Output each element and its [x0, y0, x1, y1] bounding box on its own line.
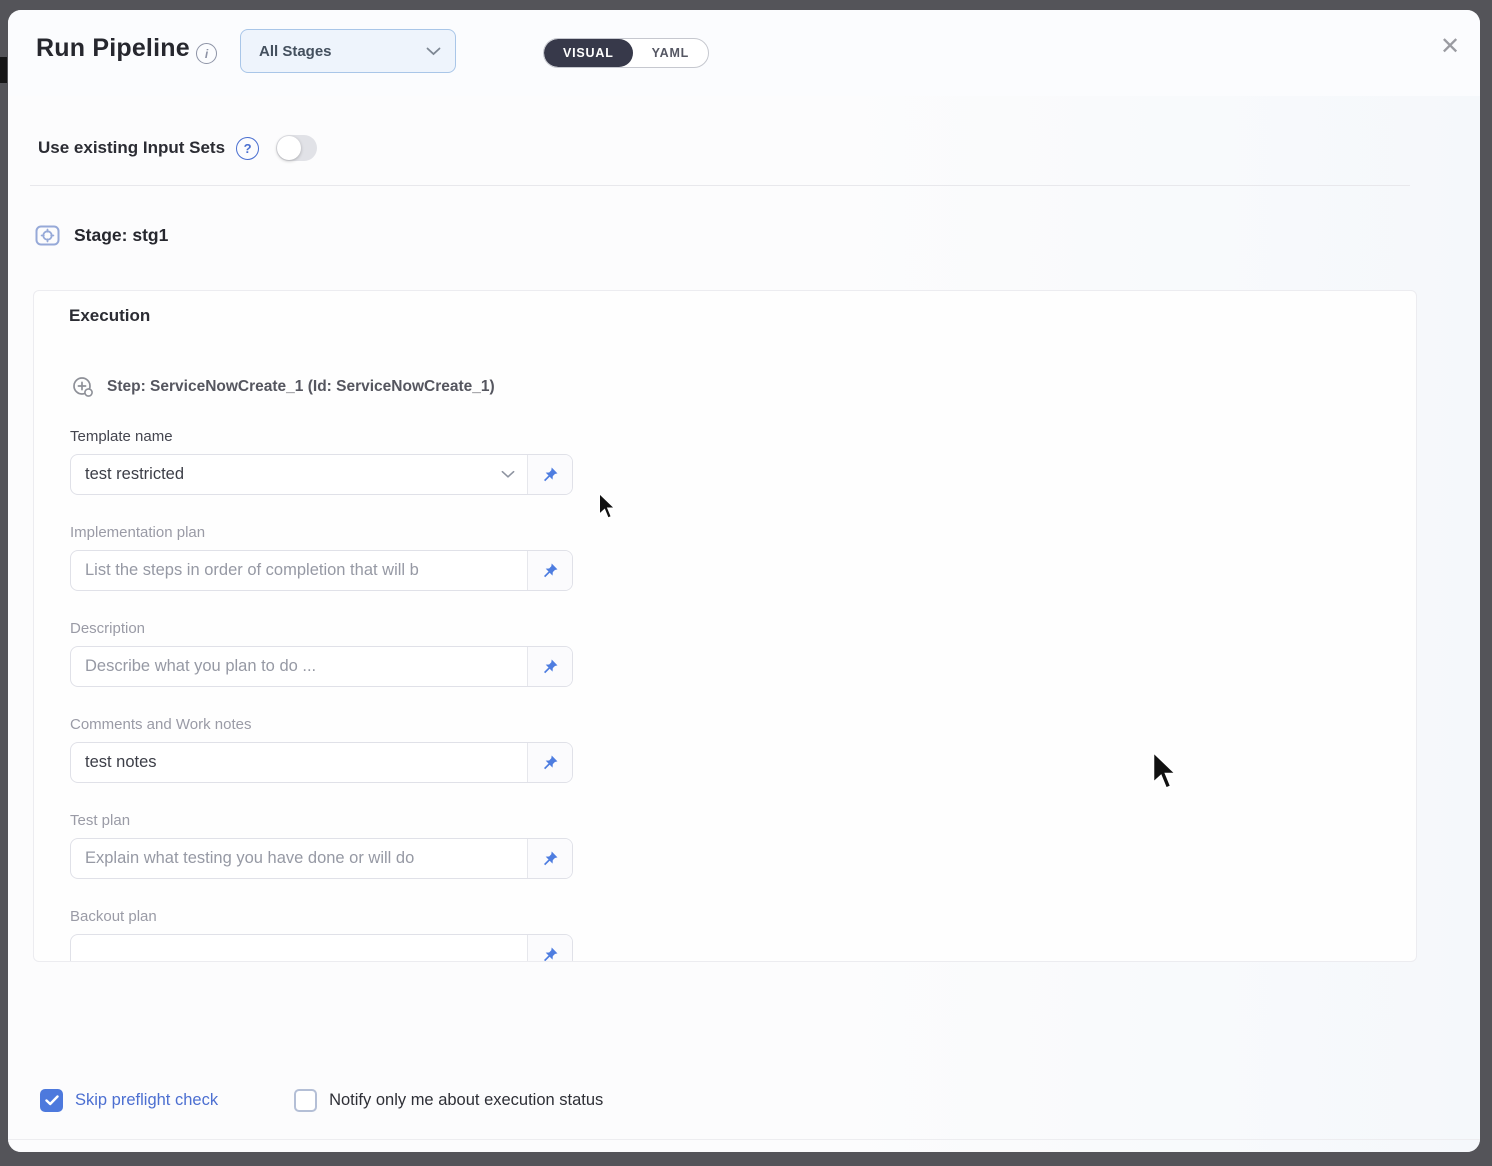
stage-scope-value: All Stages	[259, 43, 426, 60]
pin-icon[interactable]	[527, 455, 572, 494]
comments-work-notes-input[interactable]: test notes	[70, 742, 573, 783]
screen: { "dialog": { "title": "Run Pipeline", "…	[0, 0, 1492, 1166]
notify-only-me-checkbox[interactable]	[294, 1089, 317, 1112]
field-implementation-plan: Implementation plan List the steps in ord…	[70, 524, 573, 591]
view-mode-toggle: VISUAL YAML	[543, 38, 709, 68]
dialog-header: Run Pipeline i All Stages VISUAL YAML ✕	[8, 10, 1480, 97]
tab-visual[interactable]: VISUAL	[544, 39, 633, 67]
dialog-title: Run Pipeline	[36, 34, 190, 63]
input-sets-toggle[interactable]	[276, 135, 317, 161]
pin-icon[interactable]	[527, 839, 572, 878]
template-name-label: Template name	[70, 428, 573, 445]
field-test-plan: Test plan Explain what testing you have d…	[70, 812, 573, 879]
pin-icon[interactable]	[527, 647, 572, 686]
stage-icon	[34, 222, 61, 249]
description-label: Description	[70, 620, 573, 637]
implementation-plan-label: Implementation plan	[70, 524, 573, 541]
use-existing-input-sets-row: Use existing Input Sets ?	[38, 135, 317, 161]
comments-work-notes-value: test notes	[71, 753, 527, 772]
notify-wrap: Notify only me about execution status	[294, 1089, 603, 1112]
chevron-down-icon	[426, 47, 441, 56]
info-icon[interactable]: i	[196, 43, 217, 64]
dialog-body: Use existing Input Sets ? Stage: stg1 Ex…	[8, 96, 1480, 1152]
skip-preflight-checkbox[interactable]	[40, 1089, 63, 1112]
test-plan-input[interactable]: Explain what testing you have done or wi…	[70, 838, 573, 879]
step-row: Step: ServiceNowCreate_1 (Id: ServiceNow…	[71, 375, 495, 399]
implementation-plan-placeholder: List the steps in order of completion th…	[71, 561, 527, 580]
implementation-plan-input[interactable]: List the steps in order of completion th…	[70, 550, 573, 591]
backout-plan-label: Backout plan	[70, 908, 573, 925]
close-icon[interactable]: ✕	[1432, 28, 1468, 64]
field-description: Description Describe what you plan to do …	[70, 620, 573, 687]
notify-only-me-label[interactable]: Notify only me about execution status	[329, 1091, 603, 1110]
test-plan-label: Test plan	[70, 812, 573, 829]
execution-card: Execution Step: ServiceNowCreate_1 (Id: …	[33, 290, 1417, 962]
description-input[interactable]: Describe what you plan to do ...	[70, 646, 573, 687]
comments-work-notes-label: Comments and Work notes	[70, 716, 573, 733]
template-name-value: test restricted	[71, 465, 489, 484]
backout-plan-input[interactable]	[70, 934, 573, 962]
stage-label: Stage: stg1	[74, 225, 168, 246]
toggle-knob	[277, 136, 301, 160]
pin-icon[interactable]	[527, 551, 572, 590]
skip-preflight-label[interactable]: Skip preflight check	[75, 1091, 218, 1110]
tab-yaml[interactable]: YAML	[633, 39, 708, 67]
description-placeholder: Describe what you plan to do ...	[71, 657, 527, 676]
pin-icon[interactable]	[527, 743, 572, 782]
chevron-down-icon	[489, 470, 527, 479]
pin-icon[interactable]	[527, 935, 572, 962]
execution-title: Execution	[69, 306, 150, 326]
background-artifact	[0, 57, 7, 83]
fields-container: Template name test restricted Implementati…	[70, 428, 573, 962]
test-plan-placeholder: Explain what testing you have done or wi…	[71, 849, 527, 868]
field-backout-plan: Backout plan	[70, 908, 573, 962]
field-template-name: Template name test restricted	[70, 428, 573, 495]
stage-row: Stage: stg1	[34, 222, 168, 249]
field-comments-work-notes: Comments and Work notes test notes	[70, 716, 573, 783]
use-existing-input-sets-label: Use existing Input Sets	[38, 138, 225, 158]
run-pipeline-dialog: Run Pipeline i All Stages VISUAL YAML ✕ …	[8, 10, 1480, 1152]
step-label: Step: ServiceNowCreate_1 (Id: ServiceNow…	[107, 378, 495, 396]
stage-scope-select[interactable]: All Stages	[240, 29, 456, 73]
divider	[8, 1139, 1480, 1140]
divider	[30, 185, 1410, 186]
help-icon[interactable]: ?	[236, 137, 259, 160]
template-name-select[interactable]: test restricted	[70, 454, 573, 495]
options-row: Skip preflight check Notify only me abou…	[40, 1089, 603, 1112]
step-icon	[71, 375, 95, 399]
